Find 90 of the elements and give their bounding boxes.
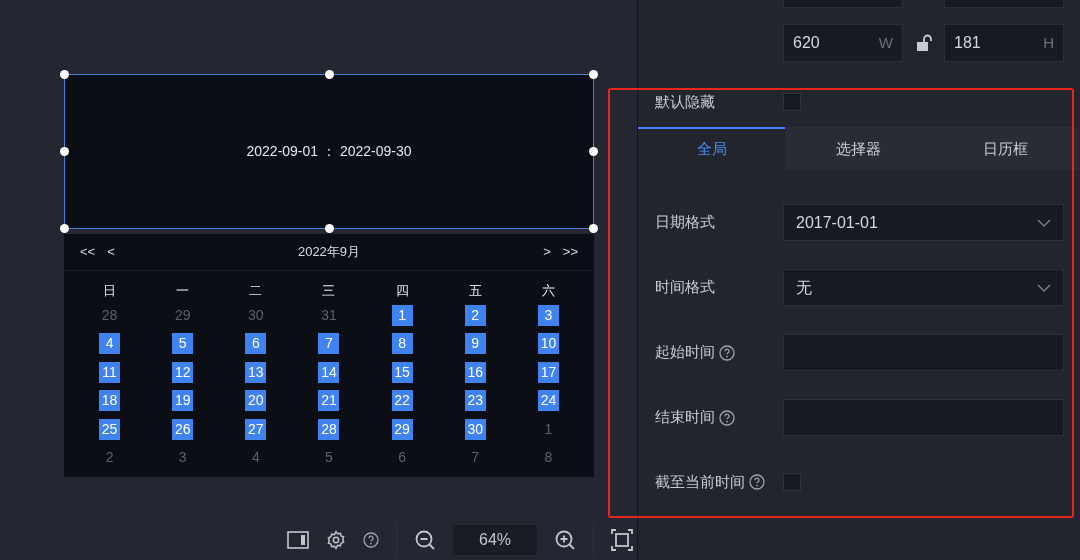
day-cell[interactable]: 29 [172,304,194,326]
day-cell[interactable]: 6 [391,447,413,469]
day-cell[interactable]: 2 [464,304,486,326]
day-cell[interactable]: 13 [245,361,267,383]
day-cell[interactable]: 4 [245,447,267,469]
day-cell[interactable]: 7 [464,447,486,469]
day-cell[interactable]: 21 [318,390,340,412]
day-cell[interactable]: 3 [537,304,559,326]
settings-icon[interactable] [326,530,346,550]
field-label: 日期格式 [655,212,715,233]
next-year-button[interactable]: >> [558,242,582,262]
day-cell[interactable]: 22 [391,390,413,412]
day-cell[interactable]: 14 [318,361,340,383]
select-field[interactable]: 无 [783,269,1064,306]
day-cell[interactable]: 4 [99,333,121,355]
day-cell[interactable]: 30 [245,304,267,326]
day-cell[interactable]: 18 [99,390,121,412]
day-cell[interactable]: 16 [464,361,486,383]
day-cell[interactable]: 8 [391,333,413,355]
fit-screen-icon[interactable] [611,529,633,551]
day-cell[interactable]: 26 [172,418,194,440]
day-cell[interactable]: 12 [172,361,194,383]
day-cell[interactable]: 6 [245,333,267,355]
day-cell[interactable]: 7 [318,333,340,355]
field-label: 默认隐藏 [655,91,716,112]
tab[interactable]: 选择器 [785,127,932,170]
height-field[interactable]: 181 H [944,24,1064,62]
day-cell[interactable]: 31 [318,304,340,326]
help-icon[interactable] [749,474,765,491]
day-cell[interactable]: 28 [318,418,340,440]
checkbox[interactable] [783,473,801,492]
checkbox[interactable] [783,93,801,111]
prev-year-button[interactable]: << [76,242,100,262]
day-cell[interactable]: 8 [537,447,559,469]
unlock-icon[interactable] [915,34,932,52]
day-cell[interactable]: 2 [99,447,121,469]
field-label: 起始时间 [655,342,715,363]
prev-month-button[interactable]: < [103,242,119,262]
day-cell[interactable]: 27 [245,418,267,440]
day-cell[interactable]: 17 [537,361,559,383]
day-cell[interactable]: 5 [318,447,340,469]
resize-handle[interactable] [325,70,334,79]
day-cell[interactable]: 11 [99,361,121,383]
weekday-label: 六 [541,282,555,301]
zoom-field[interactable]: 64% [453,525,537,555]
resize-handle[interactable] [325,224,334,233]
panel-toggle-icon[interactable] [287,531,309,549]
help-icon[interactable] [719,344,735,361]
resize-handle[interactable] [589,147,598,156]
weekday-label: 日 [103,282,117,301]
day-cell[interactable]: 15 [391,361,413,383]
weekday-label: 五 [468,282,482,301]
day-cell[interactable]: 3 [172,447,194,469]
day-cell[interactable]: 23 [464,390,486,412]
day-cell[interactable]: 19 [172,390,194,412]
tab[interactable]: 日历框 [932,127,1079,170]
chevron-down-icon [1037,217,1051,228]
weekday-label: 三 [322,282,336,301]
zoom-out-icon[interactable] [414,529,436,551]
select-field[interactable]: 2017-01-01 [783,204,1064,241]
resize-handle[interactable] [60,224,69,233]
calendar-title: 2022年9月 [296,243,362,262]
day-cell[interactable]: 9 [464,333,486,355]
resize-handle[interactable] [589,70,598,79]
day-cell[interactable]: 20 [245,390,267,412]
chevron-down-icon [1037,282,1051,293]
date-range-text: 2022-09-01 ： 2022-09-30 [246,142,412,161]
day-cell[interactable]: 29 [391,418,413,440]
resize-handle[interactable] [589,224,598,233]
field-label: 截至当前时间 [655,472,745,492]
day-cell[interactable]: 24 [537,390,559,412]
day-cell[interactable]: 25 [99,418,121,440]
help-icon[interactable] [363,532,379,548]
day-cell[interactable]: 28 [99,304,121,326]
help-icon[interactable] [719,409,735,426]
day-cell[interactable]: 5 [172,333,194,355]
weekday-label: 一 [176,282,190,301]
zoom-in-icon[interactable] [554,529,576,551]
width-field[interactable]: 620 W [783,24,903,62]
field-label: 结束时间 [655,407,715,428]
day-cell[interactable]: 1 [537,418,559,440]
next-month-button[interactable]: > [539,242,555,262]
day-cell[interactable]: 1 [391,304,413,326]
resize-handle[interactable] [60,147,69,156]
field-label: 时间格式 [655,277,715,298]
day-cell[interactable]: 10 [537,333,559,355]
resize-handle[interactable] [60,70,69,79]
weekday-label: 四 [395,282,409,301]
weekday-label: 二 [249,282,263,301]
day-cell[interactable]: 30 [464,418,486,440]
